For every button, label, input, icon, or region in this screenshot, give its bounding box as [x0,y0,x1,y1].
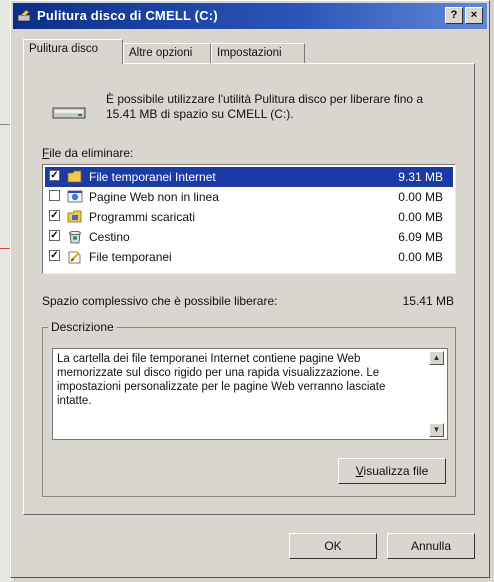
file-size: 6.09 MB [398,230,443,244]
title-bar[interactable]: Pulitura disco di CMELL (C:) ? × [13,3,487,29]
list-item[interactable]: ✓ File temporanei Internet 9.31 MB [45,167,453,187]
web-page-icon [67,190,83,203]
intro-text: È possibile utilizzare l'utilità Pulitur… [106,92,424,121]
cancel-button[interactable]: Annulla [387,533,475,559]
file-name: File temporanei Internet [89,170,216,184]
checkbox[interactable]: ✓ [49,230,60,241]
total-space-label: Spazio complessivo che è possibile liber… [42,294,278,308]
close-button[interactable]: × [465,7,483,24]
scroll-up-button[interactable]: ▲ [429,351,444,365]
list-item[interactable]: ✓ Cestino 6.09 MB [45,227,453,247]
file-size: 0.00 MB [398,190,443,204]
checkbox[interactable]: ✓ [49,210,60,221]
checkbox[interactable]: ✓ [49,170,60,181]
program-folder-icon [67,210,82,223]
scroll-down-button[interactable]: ▼ [429,423,444,437]
file-name: File temporanei [89,250,172,264]
disk-cleanup-dialog: Pulitura disco di CMELL (C:) ? × Pulitur… [10,0,490,578]
file-size: 9.31 MB [398,170,443,184]
description-label: Descrizione [48,320,117,334]
checkbox[interactable]: ✓ [49,250,60,261]
file-name: Programmi scaricati [89,210,196,224]
list-item[interactable]: ✓ Programmi scaricati 0.00 MB [45,207,453,227]
file-name: Pagine Web non in linea [89,190,219,204]
view-files-button[interactable]: Visualizza file [338,458,446,484]
list-item[interactable]: ✓ File temporanei 0.00 MB [45,247,453,267]
file-name: Cestino [89,230,130,244]
total-space-value: 15.41 MB [402,294,454,308]
list-item[interactable]: Pagine Web non in linea 0.00 MB [45,187,453,207]
description-text: La cartella dei file temporanei Internet… [57,353,386,407]
ok-button[interactable]: OK [289,533,377,559]
tab-pulitura-disco[interactable]: Pulitura disco [23,39,123,64]
folder-icon [67,170,82,183]
tab-impostazioni[interactable]: Impostazioni [211,43,305,63]
description-text-area[interactable]: La cartella dei file temporanei Internet… [52,348,448,440]
hard-drive-icon [52,107,86,119]
tab-panel: È possibile utilizzare l'utilità Pulitur… [23,63,475,515]
files-to-delete-label: File da eliminare: [42,146,134,160]
temp-files-icon [68,251,81,264]
files-listbox[interactable]: ✓ File temporanei Internet 9.31 MB Pagin… [42,164,456,274]
window-title: Pulitura disco di CMELL (C:) [37,8,218,23]
tab-altre-opzioni[interactable]: Altre opzioni [123,43,211,63]
file-size: 0.00 MB [398,250,443,264]
help-button[interactable]: ? [445,7,463,24]
file-size: 0.00 MB [398,210,443,224]
checkbox[interactable] [49,190,60,201]
disk-cleanup-icon [17,9,31,22]
recycle-bin-icon [69,231,81,244]
